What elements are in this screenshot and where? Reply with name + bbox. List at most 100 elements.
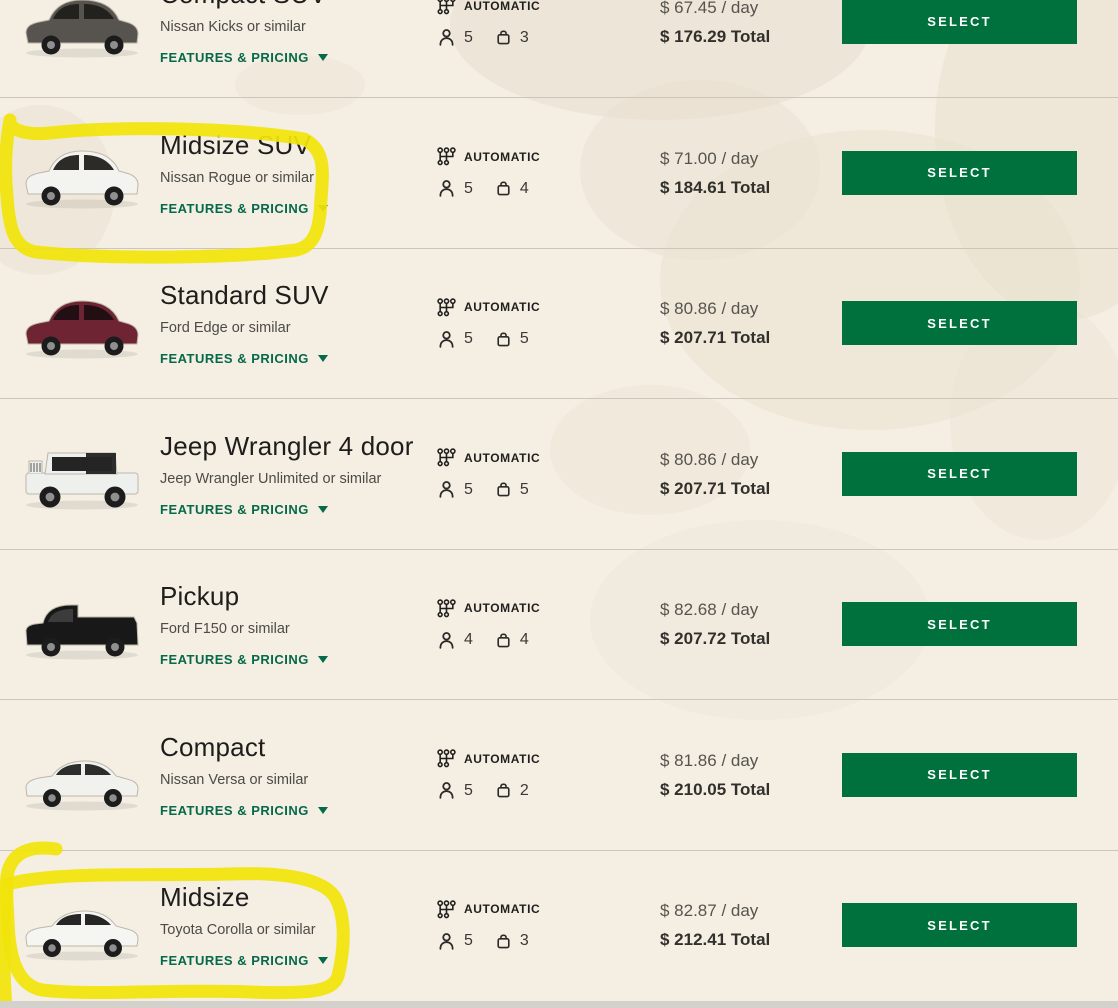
vehicle-row: Jeep Wrangler 4 door Jeep Wrangler Unlim… [0,398,1118,549]
features-pricing-toggle[interactable]: FEATURES & PRICING [160,351,328,366]
chevron-down-icon [318,957,328,964]
transmission-label: AUTOMATIC [464,601,540,615]
price-per-day: $ 82.68 / day [660,595,842,624]
luggage-count: 2 [520,782,529,800]
price-total: $ 207.72 Total [660,624,842,653]
vehicle-pricing: $ 81.86 / day $ 210.05 Total [660,746,842,804]
luggage-count: 3 [520,29,529,47]
vehicle-model: Jeep Wrangler Unlimited or similar [160,471,437,487]
price-per-day: $ 80.86 / day [660,294,842,323]
bag-icon [495,29,512,46]
luggage-count: 4 [520,631,529,649]
chevron-down-icon [318,656,328,663]
vehicle-specs: AUTOMATIC 5 [437,147,660,198]
vehicle-pricing: $ 71.00 / day $ 184.61 Total [660,144,842,202]
vehicle-row: Midsize Toyota Corolla or similar FEATUR… [0,850,1118,1001]
price-total: $ 176.29 Total [660,22,842,51]
transmission-label: AUTOMATIC [464,902,540,916]
features-pricing-label: FEATURES & PRICING [160,50,309,65]
person-icon [437,932,456,951]
vehicle-row: Compact Nissan Versa or similar FEATURES… [0,699,1118,850]
select-button[interactable]: SELECT [842,903,1077,947]
vehicle-model: Nissan Versa or similar [160,772,437,788]
vehicle-row: Compact SUV Nissan Kicks or similar FEAT… [0,0,1118,97]
chevron-down-icon [318,205,328,212]
vehicle-info: Standard SUV Ford Edge or similar FEATUR… [160,280,437,366]
passenger-count: 5 [464,180,473,198]
features-pricing-toggle[interactable]: FEATURES & PRICING [160,502,328,517]
chevron-down-icon [318,506,328,513]
price-per-day: $ 82.87 / day [660,896,842,925]
features-pricing-toggle[interactable]: FEATURES & PRICING [160,50,328,65]
vehicle-class-title: Pickup [160,581,437,612]
vehicle-class-title: Standard SUV [160,280,437,311]
vehicle-row: Pickup Ford F150 or similar FEATURES & P… [0,549,1118,700]
features-pricing-label: FEATURES & PRICING [160,803,309,818]
transmission-label: AUTOMATIC [464,150,540,164]
features-pricing-toggle[interactable]: FEATURES & PRICING [160,953,328,968]
features-pricing-label: FEATURES & PRICING [160,502,309,517]
features-pricing-label: FEATURES & PRICING [160,652,309,667]
vehicle-pricing: $ 80.86 / day $ 207.71 Total [660,294,842,352]
features-pricing-toggle[interactable]: FEATURES & PRICING [160,803,328,818]
chevron-down-icon [318,355,328,362]
transmission-label: AUTOMATIC [464,451,540,465]
transmission-label: AUTOMATIC [464,300,540,314]
select-button[interactable]: SELECT [842,301,1077,345]
vehicle-info: Jeep Wrangler 4 door Jeep Wrangler Unlim… [160,431,437,517]
vehicle-list: Compact SUV Nissan Kicks or similar FEAT… [0,0,1118,1000]
vehicle-specs: AUTOMATIC 5 [437,900,660,951]
vehicle-info: Compact SUV Nissan Kicks or similar FEAT… [160,0,437,65]
passenger-count: 5 [464,29,473,47]
select-button[interactable]: SELECT [842,452,1077,496]
vehicle-class-title: Midsize SUV [160,130,437,161]
passenger-count: 5 [464,782,473,800]
vehicle-model: Nissan Rogue or similar [160,170,437,186]
vehicle-info: Midsize Toyota Corolla or similar FEATUR… [160,882,437,968]
transmission-icon [437,599,456,618]
person-icon [437,330,456,349]
vehicle-info: Midsize SUV Nissan Rogue or similar FEAT… [160,130,437,216]
price-per-day: $ 67.45 / day [660,0,842,22]
person-icon [437,480,456,499]
select-button[interactable]: SELECT [842,753,1077,797]
vehicle-results-page: Compact SUV Nissan Kicks or similar FEAT… [0,0,1118,1008]
vehicle-info: Compact Nissan Versa or similar FEATURES… [160,732,437,818]
price-per-day: $ 81.86 / day [660,746,842,775]
features-pricing-toggle[interactable]: FEATURES & PRICING [160,201,328,216]
person-icon [437,781,456,800]
vehicle-image [18,136,146,210]
transmission-icon [437,147,456,166]
vehicle-row: Midsize SUV Nissan Rogue or similar FEAT… [0,97,1118,248]
luggage-count: 4 [520,180,529,198]
bag-icon [495,331,512,348]
vehicle-class-title: Compact SUV [160,0,437,10]
select-button[interactable]: SELECT [842,151,1077,195]
vehicle-pricing: $ 67.45 / day $ 176.29 Total [660,0,842,51]
price-total: $ 184.61 Total [660,173,842,202]
transmission-icon [437,900,456,919]
features-pricing-toggle[interactable]: FEATURES & PRICING [160,652,328,667]
vehicle-class-title: Jeep Wrangler 4 door [160,431,437,462]
bag-icon [495,933,512,950]
select-button[interactable]: SELECT [842,602,1077,646]
vehicle-model: Ford F150 or similar [160,621,437,637]
price-total: $ 212.41 Total [660,925,842,954]
vehicle-specs: AUTOMATIC 5 [437,749,660,800]
transmission-label: AUTOMATIC [464,752,540,766]
vehicle-specs: AUTOMATIC 5 [437,448,660,499]
vehicle-row: Standard SUV Ford Edge or similar FEATUR… [0,248,1118,399]
vehicle-class-title: Compact [160,732,437,763]
bottom-scrollbar[interactable] [0,1001,1118,1008]
luggage-count: 3 [520,932,529,950]
price-total: $ 210.05 Total [660,775,842,804]
price-total: $ 207.71 Total [660,474,842,503]
price-per-day: $ 71.00 / day [660,144,842,173]
passenger-count: 5 [464,932,473,950]
chevron-down-icon [318,807,328,814]
vehicle-specs: AUTOMATIC 5 [437,0,660,47]
passenger-count: 5 [464,330,473,348]
vehicle-model: Ford Edge or similar [160,320,437,336]
luggage-count: 5 [520,481,529,499]
select-button[interactable]: SELECT [842,0,1077,44]
